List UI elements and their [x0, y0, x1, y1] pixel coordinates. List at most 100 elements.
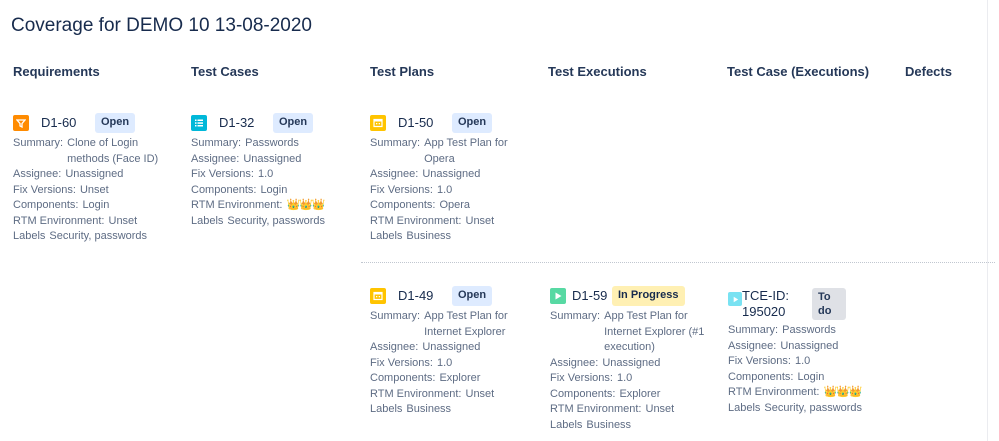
coverage-page: Coverage for DEMO 10 13-08-2020 Requirem… [0, 0, 999, 441]
fix-versions-value: 1.0 [257, 168, 274, 180]
labels-label: Labels [370, 230, 403, 242]
summary-label: Summary: [191, 137, 242, 149]
rtm-environment-value: Unset [465, 387, 495, 400]
issue-key-link[interactable]: D1-49 [398, 288, 450, 304]
column-header-requirements: Requirements [13, 64, 100, 79]
fix-versions-value: 1.0 [794, 355, 811, 367]
issue-key-link[interactable]: D1-60 [41, 115, 93, 131]
assignee-value: Unassigned [422, 341, 481, 353]
assignee-value: Unassigned [422, 168, 481, 180]
test-plan-card: D1-50 Open Summary: App Test Plan for Ope… [370, 113, 538, 245]
row-divider [361, 262, 995, 263]
requirement-card: D1-60 Open Summary: Clone of Login method… [13, 113, 181, 245]
assignee-value: Unassigned [780, 339, 839, 352]
labels-label: Labels [191, 214, 224, 227]
summary-label: Summary: [13, 137, 64, 149]
test-execution-card: D1-59 In Progress Summary: App Test Plan … [550, 286, 720, 433]
status-badge: Open [452, 286, 493, 306]
assignee-label: Assignee: [191, 152, 240, 165]
fix-versions-label: Fix Versions: [191, 168, 254, 180]
summary-label: Summary: [550, 310, 601, 322]
fix-versions-label: Fix Versions: [550, 372, 613, 384]
summary-label: Summary: [370, 310, 421, 322]
components-label: Components: [13, 199, 79, 211]
issue-key-link[interactable]: D1-50 [398, 115, 450, 131]
fix-versions-value: 1.0 [436, 356, 453, 369]
issue-key-link[interactable]: D1-32 [219, 115, 271, 131]
rtm-environment-value: Unset [645, 403, 675, 415]
status-badge: Open [452, 113, 493, 133]
column-header-test-case-executions: Test Case (Executions) [727, 64, 870, 79]
test-plan-icon [370, 115, 386, 131]
components-label: Components: [191, 183, 257, 196]
components-value: Login [797, 370, 825, 383]
components-value: Explorer [439, 372, 481, 384]
components-value: Explorer [619, 387, 661, 400]
rtm-environment-value: Unset [108, 214, 138, 227]
column-header-test-plans: Test Plans [370, 64, 435, 79]
assignee-label: Assignee: [550, 356, 599, 369]
components-value: Opera [439, 199, 471, 211]
fix-versions-label: Fix Versions: [13, 183, 76, 196]
summary-value: App Test Plan for Internet Explorer [424, 310, 508, 338]
summary-value: App Test Plan for Internet Explorer (#1 … [604, 310, 705, 353]
fix-versions-label: Fix Versions: [370, 356, 433, 369]
components-value: Login [260, 183, 288, 196]
assignee-label: Assignee: [13, 168, 62, 180]
labels-value: Business [406, 230, 452, 242]
rtm-environment-label: RTM Environment: [370, 214, 462, 227]
summary-label: Summary: [728, 324, 779, 336]
assignee-label: Assignee: [370, 168, 419, 180]
test-case-card: D1-32 Open Summary: Passwords Assignee: Un… [191, 113, 359, 229]
tce-icon [728, 292, 742, 306]
status-badge: In Progress [612, 286, 685, 306]
labels-label: Labels [550, 418, 583, 431]
labels-label: Labels [370, 403, 403, 415]
test-case-execution-card: TCE-ID: 195020 To do Summary: Passwords A… [728, 288, 898, 416]
components-value: Login [82, 199, 110, 211]
rtm-environment-value: 👑👑👑 [823, 386, 863, 398]
status-badge: Open [273, 113, 314, 133]
test-case-icon [191, 115, 207, 131]
rtm-environment-label: RTM Environment: [550, 403, 642, 415]
issue-key-link[interactable]: TCE-ID: 195020 [742, 288, 810, 320]
column-header-defects: Defects [905, 64, 952, 79]
issue-key-link[interactable]: D1-59 [572, 288, 610, 304]
summary-value: Passwords [782, 324, 836, 336]
test-plan-card: D1-49 Open Summary: App Test Plan for Int… [370, 286, 538, 418]
labels-value: Security, passwords [227, 214, 326, 227]
summary-value: App Test Plan for Opera [424, 137, 508, 165]
status-badge: To do [812, 288, 846, 320]
labels-label: Labels [728, 401, 761, 414]
components-label: Components: [370, 372, 436, 384]
test-execution-icon [550, 288, 566, 304]
summary-value: Clone of Login methods (Face ID) [67, 137, 159, 165]
rtm-environment-label: RTM Environment: [370, 387, 462, 400]
page-title: Coverage for DEMO 10 13-08-2020 [11, 15, 312, 36]
fix-versions-label: Fix Versions: [370, 183, 433, 196]
assignee-label: Assignee: [370, 341, 419, 353]
column-header-test-executions: Test Executions [548, 64, 647, 79]
test-plan-icon [370, 288, 386, 304]
labels-value: Business [406, 403, 452, 415]
assignee-value: Unassigned [243, 152, 302, 165]
summary-value: Passwords [245, 137, 299, 149]
labels-value: Security, passwords [764, 401, 863, 414]
components-label: Components: [728, 370, 794, 383]
fix-versions-value: 1.0 [436, 183, 453, 196]
labels-label: Labels [13, 230, 46, 242]
assignee-label: Assignee: [728, 339, 777, 352]
requirement-icon [13, 115, 29, 131]
components-label: Components: [550, 387, 616, 400]
rtm-environment-value: Unset [465, 214, 495, 227]
fix-versions-value: 1.0 [616, 372, 633, 384]
fix-versions-value: Unset [79, 183, 109, 196]
fix-versions-label: Fix Versions: [728, 355, 791, 367]
labels-value: Security, passwords [49, 230, 148, 242]
rtm-environment-value: 👑👑👑 [286, 199, 326, 211]
rtm-environment-label: RTM Environment: [191, 199, 283, 211]
assignee-value: Unassigned [602, 356, 661, 369]
status-badge: Open [95, 113, 136, 133]
assignee-value: Unassigned [65, 168, 124, 180]
rtm-environment-label: RTM Environment: [13, 214, 105, 227]
